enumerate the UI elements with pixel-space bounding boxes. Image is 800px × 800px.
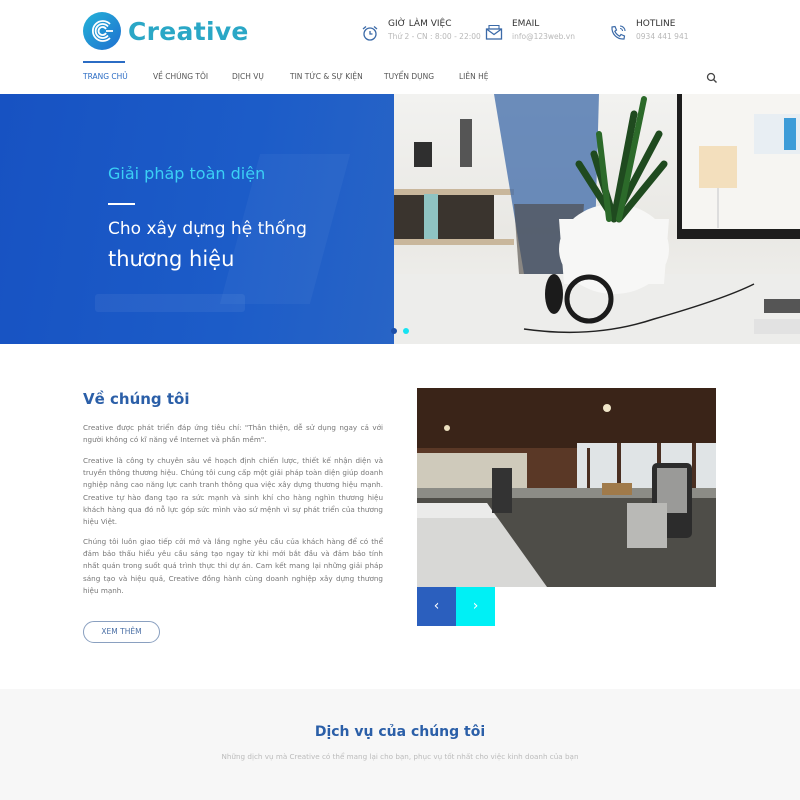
hotline-value[interactable]: 0934 441 941 — [636, 30, 689, 44]
email-info: EMAIL info@123web.vn — [484, 18, 575, 44]
nav-item-contact[interactable]: Liên hệ — [459, 60, 489, 94]
hero-subtitle: Giải pháp toàn diện — [108, 164, 266, 183]
nav-item-recruitment[interactable]: Tuyển dụng — [384, 60, 434, 94]
hero-title-line2: thương hiệu — [108, 247, 235, 271]
slider-dot-1[interactable] — [391, 328, 397, 334]
hero-divider — [108, 203, 135, 205]
next-arrow-button[interactable]: › — [456, 587, 495, 626]
working-hours-info: GIỜ LÀM VIỆC Thứ 2 - CN : 8:00 - 22:00 — [360, 18, 481, 44]
working-hours-label: GIỜ LÀM VIỆC — [388, 19, 452, 29]
slider-dot-2[interactable] — [403, 328, 409, 334]
working-hours-value: Thứ 2 - CN : 8:00 - 22:00 — [388, 32, 481, 41]
logo-text: Creative — [128, 16, 249, 46]
hotline-info: HOTLINE 0934 441 941 — [608, 18, 689, 44]
hero-overlay: Giải pháp toàn diện Cho xây dựng hệ thốn… — [0, 94, 394, 344]
read-more-button[interactable]: XEM THÊM — [83, 621, 160, 643]
nav-item-about[interactable]: Về chúng tôi — [153, 60, 208, 94]
logo-icon — [83, 12, 121, 50]
about-paragraph-2: Creative là công ty chuyên sâu về hoạch … — [83, 456, 383, 527]
search-icon[interactable] — [706, 72, 718, 84]
email-value[interactable]: info@123web.vn — [512, 30, 575, 44]
services-title: Dịch vụ của chúng tôi — [314, 724, 486, 740]
hero-image — [394, 94, 800, 344]
about-paragraph-1: Creative được phát triển đáp ứng tiêu ch… — [83, 423, 383, 445]
nav-item-news[interactable]: Tin tức & sự kiện — [290, 60, 363, 94]
prev-arrow-button[interactable]: ‹ — [417, 587, 456, 626]
phone-icon — [611, 25, 626, 40]
main-nav: Trang chủ Về chúng tôi Dịch vụ Tin tức &… — [0, 60, 800, 94]
services-subtitle: Những dịch vụ mà Creative có thể mang lạ… — [221, 752, 579, 761]
alarm-clock-icon — [362, 26, 378, 41]
logo[interactable]: Creative — [83, 12, 249, 50]
hotline-label: HOTLINE — [636, 19, 676, 29]
services-section — [0, 689, 800, 800]
office-desk-illustration — [394, 94, 800, 344]
email-label: EMAIL — [512, 19, 540, 29]
nav-item-services[interactable]: Dịch vụ — [232, 60, 264, 94]
hero-slider: Giải pháp toàn diện Cho xây dựng hệ thốn… — [0, 94, 800, 344]
top-header: Creative GIỜ LÀM VIỆC Thứ 2 - CN : 8:00 … — [0, 0, 800, 60]
hero-title-line1: Cho xây dựng hệ thống — [108, 219, 307, 239]
about-title: Về chúng tôi — [83, 390, 190, 408]
office-photo — [417, 388, 716, 587]
envelope-icon — [485, 24, 503, 40]
about-paragraph-3: Chúng tôi luôn giao tiếp cởi mở và lắng … — [83, 537, 383, 595]
nav-item-home[interactable]: Trang chủ — [83, 60, 128, 94]
